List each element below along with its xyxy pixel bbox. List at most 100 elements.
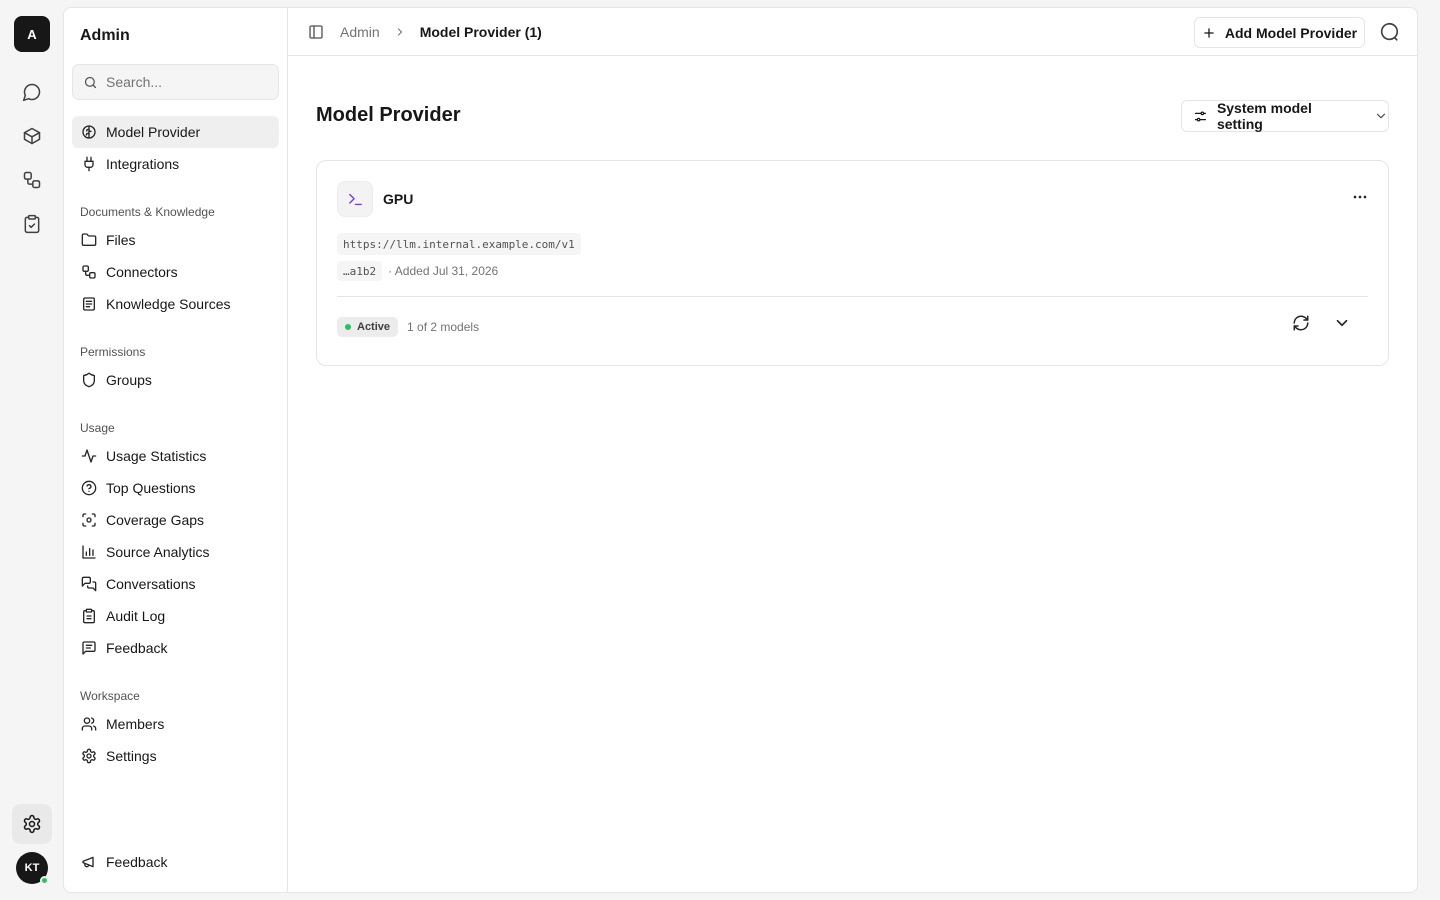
sidebar-item-source-analytics[interactable]: Source Analytics — [72, 536, 279, 568]
sidebar-item-label: Feedback — [106, 854, 168, 870]
terminal-icon — [337, 181, 373, 217]
connector-icon — [82, 265, 96, 279]
sidebar-item-feedback-bottom[interactable]: Feedback — [72, 846, 279, 878]
content-area: Admin Model Provider (1) Add Model Provi… — [288, 8, 1417, 892]
sidebar-item-label: Integrations — [106, 156, 180, 172]
sidebar-item-label: Conversations — [106, 576, 196, 592]
sidebar-search[interactable] — [72, 64, 279, 100]
folder-icon — [81, 233, 97, 246]
sidebar-item-label: Source Analytics — [106, 544, 210, 560]
search-icon — [83, 75, 98, 90]
provider-meta: …a1b2 · Added Jul 31, 2026 — [337, 261, 498, 281]
avatar-initials: KT — [24, 862, 40, 874]
group-label-workspace: Workspace — [80, 689, 140, 703]
expand-chevron-icon[interactable] — [1333, 314, 1351, 332]
sidebar-item-knowledge-sources[interactable]: Knowledge Sources — [72, 288, 279, 320]
workflow-icon[interactable] — [12, 160, 52, 200]
sidebar-item-label: Files — [106, 232, 136, 248]
sidebar-item-conversations[interactable]: Conversations — [72, 568, 279, 600]
system-model-setting-button[interactable]: System model setting — [1181, 100, 1389, 132]
provider-name: GPU — [383, 191, 414, 207]
activity-icon — [81, 449, 97, 463]
box-icon[interactable] — [12, 116, 52, 156]
book-icon — [83, 297, 95, 311]
plus-icon — [1204, 27, 1214, 38]
system-button-label: System model setting — [1216, 100, 1312, 132]
chevron-down-icon — [1376, 113, 1386, 119]
page-title: Model Provider — [316, 104, 461, 126]
chat-icon[interactable] — [12, 72, 52, 112]
sidebar-item-integrations[interactable]: Integrations — [72, 148, 279, 180]
brain-icon — [82, 125, 96, 139]
shield-icon — [83, 372, 95, 388]
sliders-icon — [1194, 111, 1207, 121]
sidebar-item-label: Knowledge Sources — [106, 296, 231, 312]
sidebar-title: Admin — [80, 27, 130, 44]
provider-footer: Active 1 of 2 models — [337, 317, 479, 337]
sidebar-item-label: Audit Log — [106, 608, 166, 624]
clipboard-check-icon[interactable] — [12, 204, 52, 244]
settings-icon[interactable] — [12, 804, 52, 844]
sidebar-item-label: Groups — [106, 372, 152, 388]
message-square-text-icon — [82, 641, 96, 655]
scan-icon — [82, 513, 96, 527]
group-label-documents: Documents & Knowledge — [80, 205, 215, 219]
messages-icon — [81, 576, 97, 592]
group-label-usage: Usage — [80, 421, 115, 435]
sidebar-item-coverage-gaps[interactable]: Coverage Gaps — [72, 504, 279, 536]
assistant-chat-icon[interactable] — [1378, 21, 1400, 43]
sidebar-item-members[interactable]: Members — [72, 708, 279, 740]
app-rail: A KT — [0, 0, 64, 900]
sidebar-item-label: Top Questions — [106, 480, 196, 496]
status-dot — [345, 324, 351, 330]
sidebar-item-settings[interactable]: Settings — [72, 740, 279, 772]
bar-chart-icon — [82, 545, 96, 559]
plug-icon — [84, 156, 94, 172]
online-status-dot — [40, 876, 49, 885]
sidebar-item-label: Members — [106, 716, 165, 732]
api-key-suffix: …a1b2 — [337, 261, 383, 281]
sidebar-item-model-provider[interactable]: Model Provider — [72, 116, 279, 148]
chevron-right-icon — [394, 26, 406, 38]
sidebar-item-audit-log[interactable]: Audit Log — [72, 600, 279, 632]
gear-icon — [82, 748, 96, 764]
sidebar-item-label: Connectors — [106, 264, 178, 280]
refresh-icon[interactable] — [1292, 314, 1310, 332]
models-count: 1 of 2 models — [407, 320, 480, 334]
add-model-provider-button[interactable]: Add Model Provider — [1194, 17, 1365, 48]
clipboard-list-icon — [83, 608, 95, 624]
sidebar-item-label: Usage Statistics — [106, 448, 207, 464]
megaphone-icon — [82, 856, 94, 868]
search-input[interactable] — [106, 74, 266, 90]
admin-sidebar: Admin Model Provider Integrations Docume… — [64, 8, 288, 892]
status-badge: Active — [337, 317, 399, 337]
breadcrumb: Admin Model Provider (1) — [308, 8, 542, 56]
provider-url: https://llm.internal.example.com/v1 — [337, 233, 581, 255]
provider-card: GPU https://llm.internal.example.com/v1 … — [316, 160, 1389, 366]
sidebar-item-feedback[interactable]: Feedback — [72, 632, 279, 664]
sidebar-item-label: Coverage Gaps — [106, 512, 205, 528]
sidebar-toggle-icon[interactable] — [308, 24, 324, 40]
added-date: · Added Jul 31, 2026 — [388, 264, 499, 278]
breadcrumb-current: Model Provider (1) — [419, 24, 542, 40]
sidebar-item-connectors[interactable]: Connectors — [72, 256, 279, 288]
sidebar-item-label: Feedback — [106, 640, 168, 656]
breadcrumb-root[interactable]: Admin — [340, 24, 380, 40]
sidebar-item-label: Settings — [106, 748, 157, 764]
workspace-logo[interactable]: A — [14, 16, 50, 52]
sidebar-item-label: Model Provider — [106, 124, 201, 140]
group-label-permissions: Permissions — [80, 345, 146, 359]
more-options-icon[interactable] — [1350, 187, 1370, 207]
sidebar-item-top-questions[interactable]: Top Questions — [72, 472, 279, 504]
card-divider — [337, 296, 1368, 297]
main-panel: Admin Model Provider Integrations Docume… — [63, 7, 1418, 893]
status-label: Active — [357, 321, 391, 333]
add-button-label: Add Model Provider — [1224, 24, 1358, 41]
help-circle-icon — [81, 480, 97, 496]
sidebar-item-groups[interactable]: Groups — [72, 364, 279, 396]
top-bar: Admin Model Provider (1) Add Model Provi… — [288, 8, 1417, 56]
users-icon — [81, 717, 97, 731]
user-avatar[interactable]: KT — [16, 852, 49, 885]
sidebar-item-files[interactable]: Files — [72, 224, 279, 256]
sidebar-item-usage-statistics[interactable]: Usage Statistics — [72, 440, 279, 472]
